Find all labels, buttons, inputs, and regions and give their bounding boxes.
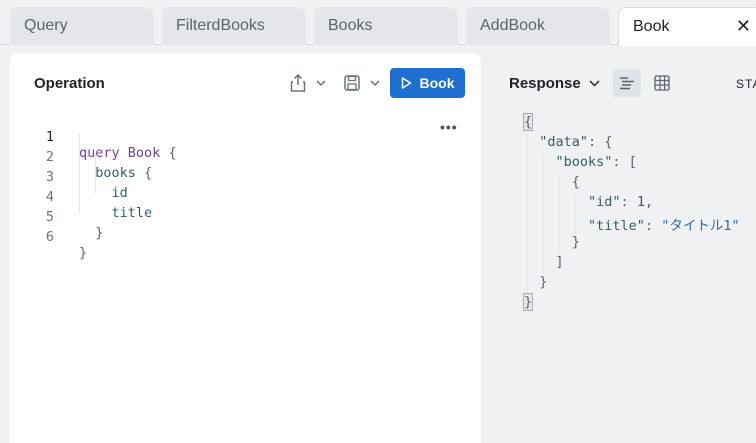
json-value: "タイトル1" — [661, 218, 740, 234]
json-key: "title" — [588, 218, 645, 234]
operation-panel: Operation Book ••• 1 query Book { 2 book… — [10, 53, 481, 443]
json-brace: } — [523, 293, 534, 311]
run-button-label: Book — [419, 75, 455, 91]
json-key: "books" — [555, 154, 613, 170]
tab-label: Query — [24, 17, 68, 34]
brace: } — [79, 245, 88, 261]
tab-books[interactable]: Books — [314, 7, 458, 45]
tab-label: Books — [328, 17, 373, 34]
tab-label: Book — [633, 18, 670, 35]
tab-bar: Query FilterdBooks Books AddBook Book ✕ — [0, 0, 756, 46]
chevron-down-icon — [370, 80, 380, 86]
text-view-button[interactable] — [613, 69, 641, 97]
json-key: "id" — [588, 194, 621, 210]
json-brace: { — [523, 113, 534, 131]
run-operation-button[interactable]: Book — [390, 68, 465, 98]
tab-label: AddBook — [480, 17, 545, 34]
json-key: "data" — [539, 134, 589, 150]
response-dropdown[interactable]: Response — [509, 75, 600, 92]
close-tab-icon[interactable]: ✕ — [736, 17, 751, 35]
table-icon — [654, 75, 670, 91]
text-lines-icon — [620, 77, 634, 90]
share-button[interactable] — [290, 71, 326, 95]
save-button[interactable] — [344, 71, 380, 95]
chevron-down-icon — [316, 80, 326, 86]
play-icon — [401, 77, 411, 89]
tab-query[interactable]: Query — [10, 7, 154, 45]
line-number: 6 — [45, 229, 54, 245]
tab-book[interactable]: Book ✕ — [618, 7, 756, 46]
status-label: STA — [736, 77, 756, 91]
table-view-button[interactable] — [648, 69, 676, 97]
response-title: Response — [509, 75, 581, 92]
json-value: 1 — [636, 194, 645, 210]
tab-addbook[interactable]: AddBook — [466, 7, 610, 45]
operation-title: Operation — [34, 75, 105, 92]
tab-label: FilterdBooks — [176, 17, 265, 34]
tab-filterdbooks[interactable]: FilterdBooks — [162, 7, 306, 45]
share-icon — [290, 74, 306, 92]
save-icon — [344, 75, 360, 91]
chevron-down-icon — [589, 80, 600, 87]
